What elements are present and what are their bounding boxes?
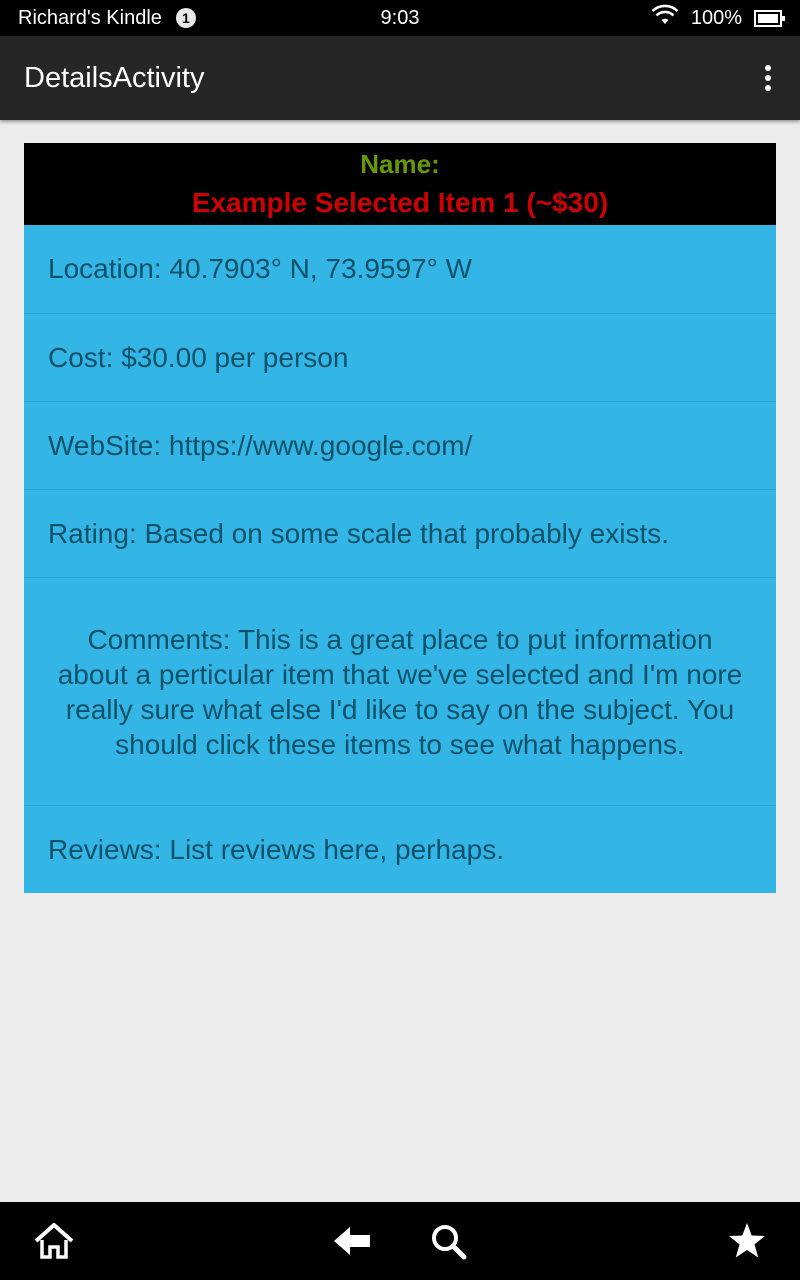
wifi-icon <box>651 4 679 32</box>
status-right: 100% <box>651 0 785 36</box>
reviews-row[interactable]: Reviews: List reviews here, perhaps. <box>24 805 776 893</box>
item-name: Example Selected Item 1 (~$30) <box>191 187 609 218</box>
status-bar: Richard's Kindle 1 9:03 100% <box>0 0 800 36</box>
rating-row[interactable]: Rating: Based on some scale that probabl… <box>24 489 776 577</box>
page-title: DetailsActivity <box>24 62 205 94</box>
action-bar: DetailsActivity <box>0 36 800 120</box>
home-icon[interactable] <box>34 1221 74 1261</box>
bottom-nav-bar <box>0 1202 800 1280</box>
favorites-star-icon[interactable] <box>727 1221 767 1261</box>
location-row[interactable]: Location: 40.7903° N, 73.9597° W <box>24 225 776 313</box>
website-row[interactable]: WebSite: https://www.google.com/ <box>24 401 776 489</box>
cost-row[interactable]: Cost: $30.00 per person <box>24 313 776 401</box>
search-icon[interactable] <box>428 1221 468 1261</box>
battery-icon <box>754 9 785 27</box>
name-label: Name: <box>360 149 440 179</box>
battery-percent: 100% <box>690 6 742 29</box>
name-header: Name: Example Selected Item 1 (~$30) <box>24 143 776 225</box>
comments-row[interactable]: Comments: This is a great place to put i… <box>24 577 776 805</box>
overflow-menu-icon[interactable] <box>750 60 786 96</box>
details-card: Name: Example Selected Item 1 (~$30) Loc… <box>24 143 776 893</box>
back-icon[interactable] <box>332 1221 372 1261</box>
